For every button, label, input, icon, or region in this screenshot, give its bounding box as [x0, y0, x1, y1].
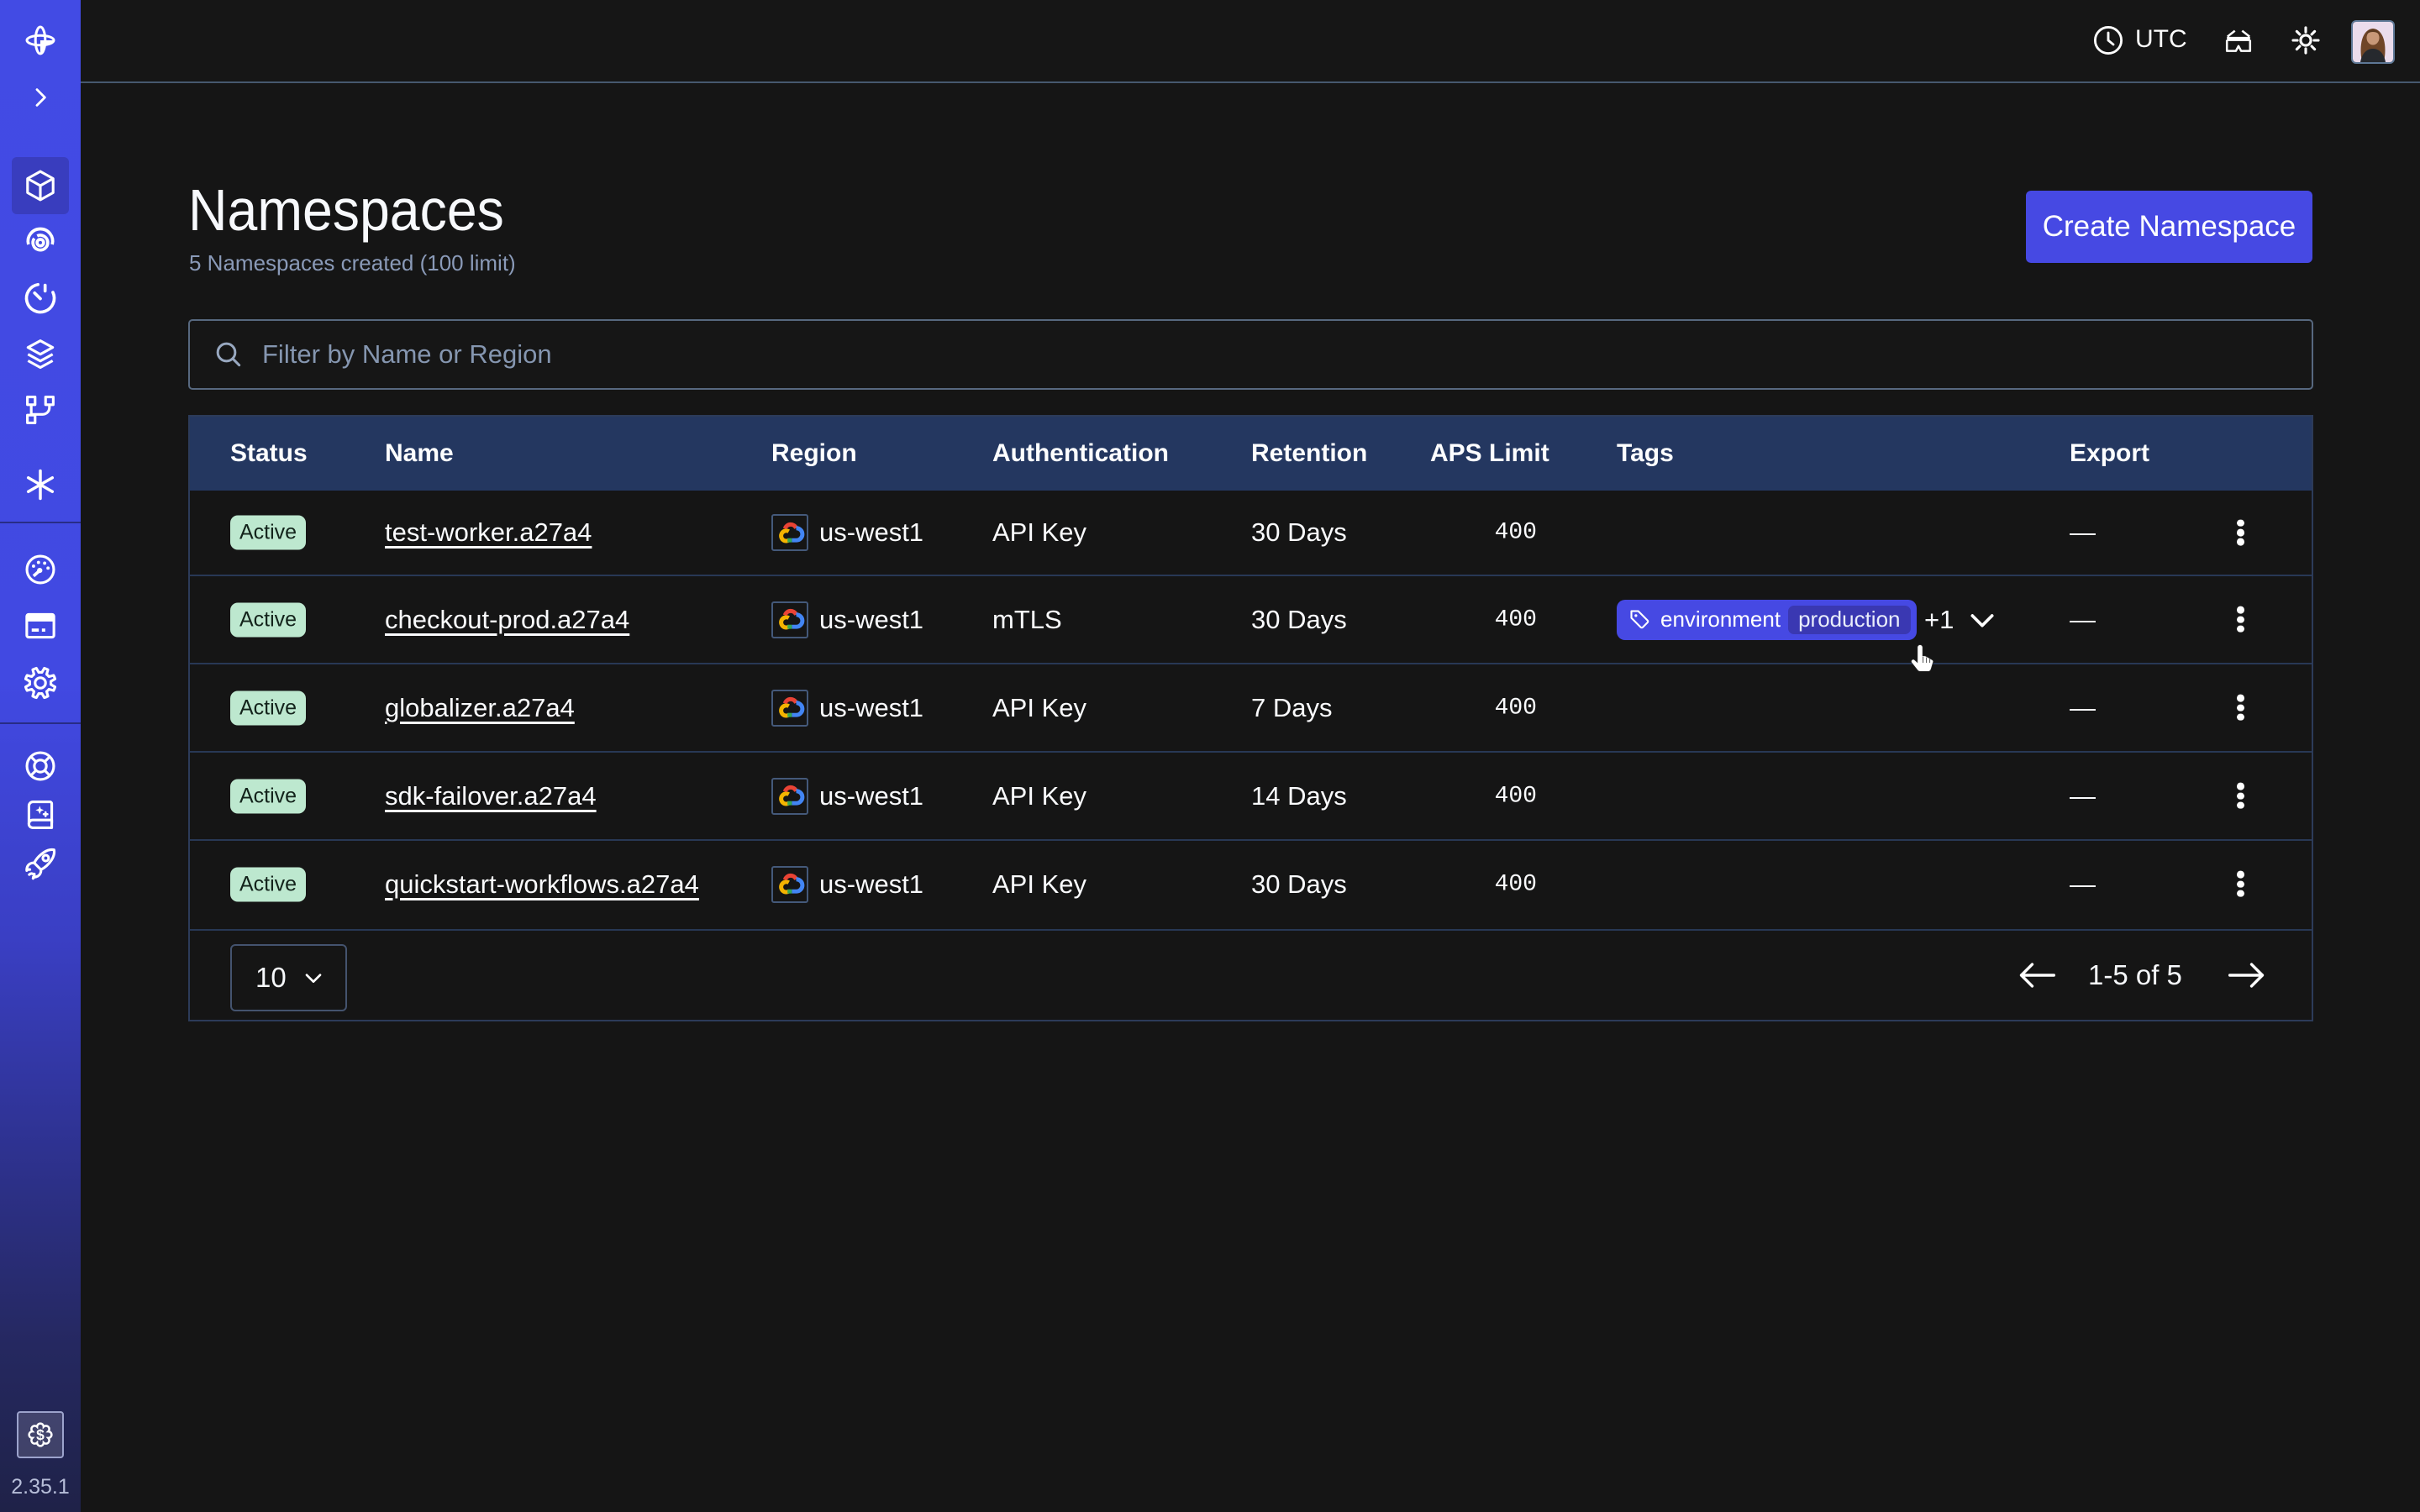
svg-text:$: $	[36, 1426, 45, 1443]
